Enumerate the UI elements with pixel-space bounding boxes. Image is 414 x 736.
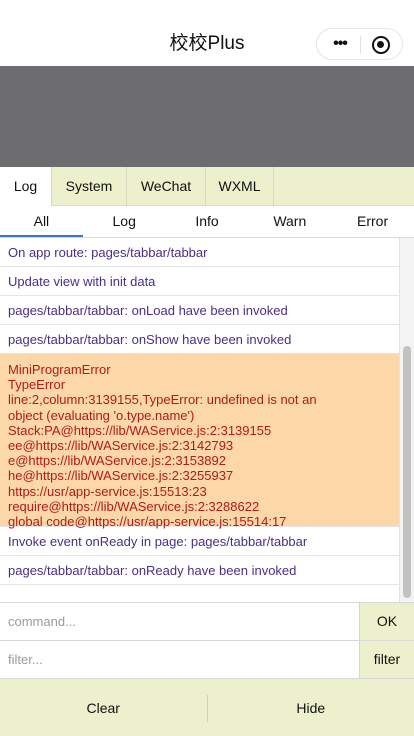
- filter-warn[interactable]: Warn: [248, 206, 331, 237]
- vconsole-tabs: Log System WeChat WXML: [0, 167, 414, 206]
- log-entry: pages/tabbar/tabbar: onShow have been in…: [0, 325, 399, 354]
- filter-input[interactable]: [0, 641, 359, 678]
- error-line: e@https://lib/WAService.js:2:3153892: [8, 453, 226, 469]
- command-row: OK: [0, 602, 414, 640]
- error-line: https://usr/app-service.js:15513:23: [8, 483, 207, 499]
- scrollbar-thumb[interactable]: [403, 346, 411, 598]
- error-line: MiniProgramError: [8, 362, 111, 377]
- log-entry: Update view with init data: [0, 267, 399, 296]
- tab-wechat[interactable]: WeChat: [127, 167, 206, 206]
- bottom-toolbar: Clear Hide: [0, 679, 414, 736]
- tab-log[interactable]: Log: [0, 167, 52, 206]
- clear-button[interactable]: Clear: [0, 689, 207, 728]
- log-scrollbar[interactable]: [399, 238, 414, 602]
- close-mini-program-icon[interactable]: [372, 36, 390, 54]
- menu-capsule: •••: [316, 28, 403, 60]
- tab-wxml[interactable]: WXML: [206, 167, 274, 206]
- filter-all[interactable]: All: [0, 206, 83, 237]
- more-icon[interactable]: •••: [329, 36, 351, 53]
- filter-log[interactable]: Log: [83, 206, 166, 237]
- error-line: object (evaluating 'o.type.name'): [8, 407, 195, 423]
- error-line: Stack:PA@https://lib/WAService.js:2:3139…: [8, 422, 272, 438]
- error-line: TypeError: [8, 377, 66, 393]
- page-content-area: [0, 66, 414, 167]
- command-input[interactable]: [0, 603, 359, 640]
- filter-error[interactable]: Error: [331, 206, 414, 237]
- filter-button[interactable]: filter: [359, 641, 414, 678]
- navigation-bar: 校校Plus •••: [0, 0, 414, 66]
- vconsole-panel: Log System WeChat WXML All Log Info Warn…: [0, 167, 414, 736]
- error-log-entry: MiniProgramError TypeError line:2,column…: [0, 354, 399, 529]
- log-entry: pages/tabbar/tabbar: onReady have been i…: [0, 556, 399, 585]
- filter-info[interactable]: Info: [166, 206, 249, 237]
- filter-row: filter: [0, 640, 414, 679]
- log-entry: Invoke event onReady in page: pages/tabb…: [0, 527, 399, 556]
- ok-button[interactable]: OK: [359, 603, 414, 640]
- error-line: line:2,column:3139155,TypeError: undefin…: [8, 392, 317, 408]
- tab-system[interactable]: System: [52, 167, 127, 206]
- error-line: ee@https://lib/WAService.js:2:3142793: [8, 438, 234, 454]
- error-line: require@https://lib/WAService.js:2:32886…: [8, 498, 260, 514]
- log-list: On app route: pages/tabbar/tabbar Update…: [0, 238, 399, 602]
- log-entry: On app route: pages/tabbar/tabbar: [0, 238, 399, 267]
- hide-button[interactable]: Hide: [208, 689, 414, 728]
- error-line: he@https://lib/WAService.js:2:3255937: [8, 468, 234, 484]
- log-entry: pages/tabbar/tabbar: onLoad have been in…: [0, 296, 399, 325]
- capsule-divider: [360, 36, 361, 54]
- log-level-filters: All Log Info Warn Error: [0, 206, 414, 238]
